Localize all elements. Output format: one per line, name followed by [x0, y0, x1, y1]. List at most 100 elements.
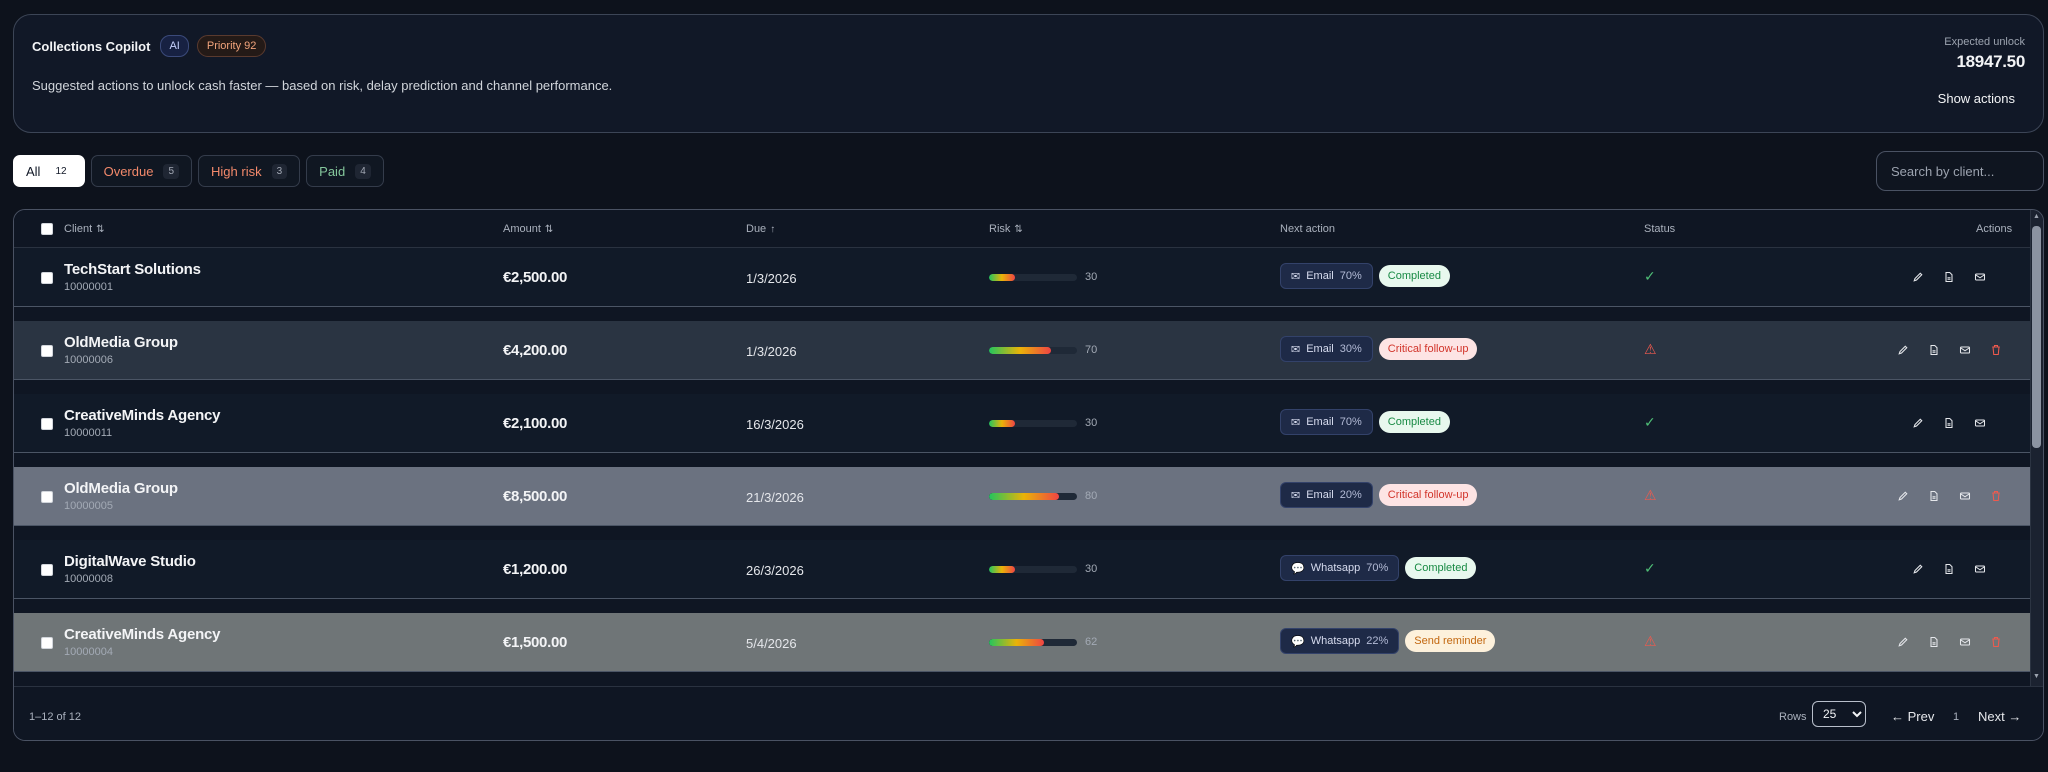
row-checkbox[interactable] — [41, 491, 53, 503]
header-client-label: Client — [64, 223, 93, 235]
due-date: 1/3/2026 — [746, 344, 797, 359]
copilot-subtitle: Suggested actions to unlock cash faster … — [32, 78, 613, 93]
channel-name: Whatsapp — [1310, 562, 1361, 574]
next-page-button[interactable]: Next → — [1978, 709, 2021, 724]
client-name[interactable]: OldMedia Group — [64, 334, 178, 351]
amount: €4,200.00 — [503, 342, 568, 359]
mail-icon[interactable] — [1973, 270, 1987, 284]
prev-page-button[interactable]: ← Prev — [1891, 709, 1934, 724]
filter-paid-count: 4 — [355, 163, 371, 179]
status-cell: ✓ — [1644, 560, 1656, 578]
table-row[interactable]: OldMedia Group 10000005 €8,500.00 21/3/2026… — [14, 467, 2030, 526]
edit-icon[interactable] — [1911, 270, 1925, 284]
table-row[interactable]: DigitalWave Studio 10000008 €1,200.00 26/3/… — [14, 540, 2030, 599]
filter-all-count: 12 — [55, 165, 67, 177]
status-cell: ⚠ — [1644, 341, 1657, 359]
trash-icon[interactable] — [1989, 343, 2003, 357]
trash-icon[interactable] — [1989, 635, 2003, 649]
risk-bar — [989, 639, 1077, 646]
table-scrollbar[interactable]: ▲ ▼ — [2030, 210, 2043, 686]
mail-icon: ✉ — [1291, 270, 1301, 283]
scroll-up-icon[interactable]: ▲ — [2032, 212, 2041, 222]
client-name[interactable]: OldMedia Group — [64, 480, 178, 497]
mail-icon[interactable] — [1973, 562, 1987, 576]
channel-chip[interactable]: 💬 Whatsapp 22% — [1280, 628, 1400, 654]
table-row[interactable]: CreativeMinds Agency 10000004 €1,500.00 5/4… — [14, 613, 2030, 672]
client-name[interactable]: DigitalWave Studio — [64, 553, 196, 570]
client-name[interactable]: CreativeMinds Agency — [64, 407, 221, 424]
client-cell: OldMedia Group 10000006 — [64, 334, 178, 366]
edit-icon[interactable] — [1911, 416, 1925, 430]
channel-chip[interactable]: ✉ Email 20% — [1280, 482, 1373, 508]
select-all-checkbox[interactable] — [41, 223, 53, 235]
due-date: 26/3/2026 — [746, 563, 804, 578]
search-input[interactable] — [1876, 151, 2044, 191]
header-due[interactable]: Due ↑ — [746, 223, 775, 235]
mail-icon[interactable] — [1958, 635, 1972, 649]
due-date: 21/3/2026 — [746, 490, 804, 505]
status-cell: ⚠ — [1644, 487, 1657, 505]
edit-icon[interactable] — [1896, 489, 1910, 503]
client-cell: OldMedia Group 10000005 — [64, 480, 178, 512]
risk-bar-fill — [989, 566, 1016, 573]
status-warning-icon: ⚠ — [1644, 487, 1657, 503]
header-next-action: Next action — [1280, 223, 1335, 235]
row-checkbox[interactable] — [41, 564, 53, 576]
edit-icon[interactable] — [1911, 562, 1925, 576]
trash-icon[interactable] — [1989, 489, 2003, 503]
header-risk[interactable]: Risk ⇅ — [989, 223, 1023, 235]
client-id: 10000004 — [64, 646, 113, 658]
table-row[interactable]: OldMedia Group 10000006 €4,200.00 1/3/2026 7… — [14, 321, 2030, 380]
action-tag: Critical follow-up — [1378, 338, 1478, 360]
client-name[interactable]: TechStart Solutions — [64, 261, 201, 278]
channel-success-rate: 70% — [1366, 562, 1389, 574]
row-checkbox[interactable] — [41, 345, 53, 357]
document-icon[interactable] — [1942, 562, 1956, 576]
scrollbar-thumb[interactable] — [2032, 226, 2041, 448]
document-icon[interactable] — [1927, 635, 1941, 649]
due-date: 16/3/2026 — [746, 417, 804, 432]
edit-icon[interactable] — [1896, 635, 1910, 649]
next-action: ✉ Email 70% Completed — [1280, 409, 1450, 435]
filter-tabs: All 12 Overdue 5 High risk 3 Paid 4 — [13, 155, 384, 187]
table-row[interactable]: TechStart Solutions 10000001 €2,500.00 1/3/… — [14, 248, 2030, 307]
header-amount[interactable]: Amount ⇅ — [503, 223, 553, 235]
row-checkbox[interactable] — [41, 418, 53, 430]
scroll-down-icon[interactable]: ▼ — [2032, 672, 2041, 682]
channel-chip[interactable]: 💬 Whatsapp 70% — [1280, 555, 1400, 581]
document-icon[interactable] — [1927, 489, 1941, 503]
risk-bar-fill — [989, 420, 1016, 427]
filter-paid[interactable]: Paid 4 — [306, 155, 384, 187]
channel-name: Whatsapp — [1310, 635, 1361, 647]
header-client[interactable]: Client ⇅ — [64, 223, 105, 235]
copilot-header: Collections Copilot AI Priority 92 — [32, 35, 267, 57]
rows-per-page-select[interactable]: 25 — [1812, 701, 1866, 727]
header-next-action-label: Next action — [1280, 223, 1336, 235]
table-body: TechStart Solutions 10000001 €2,500.00 1/3/… — [14, 248, 2030, 686]
document-icon[interactable] — [1927, 343, 1941, 357]
table-row[interactable]: CreativeMinds Agency 10000011 €2,100.00 16/… — [14, 394, 2030, 453]
mail-icon[interactable] — [1958, 489, 1972, 503]
client-name[interactable]: CreativeMinds Agency — [64, 626, 221, 643]
header-actions-label: Actions — [1976, 223, 2013, 235]
mail-icon[interactable] — [1958, 343, 1972, 357]
row-checkbox[interactable] — [41, 272, 53, 284]
filter-overdue[interactable]: Overdue 5 — [90, 155, 193, 187]
pagination-range: 1–12 of 12 — [29, 711, 81, 723]
current-page: 1 — [1953, 711, 1960, 723]
show-actions-button[interactable]: Show actions — [1938, 91, 2015, 106]
mail-icon[interactable] — [1973, 416, 1987, 430]
filter-all[interactable]: All 12 — [13, 155, 85, 187]
status-completed-icon: ✓ — [1644, 560, 1656, 576]
row-actions — [1896, 489, 2003, 503]
mail-icon: ✉ — [1291, 343, 1301, 356]
edit-icon[interactable] — [1896, 343, 1910, 357]
document-icon[interactable] — [1942, 416, 1956, 430]
channel-chip[interactable]: ✉ Email 70% — [1280, 263, 1373, 289]
channel-chip[interactable]: ✉ Email 70% — [1280, 409, 1373, 435]
header-risk-label: Risk — [989, 223, 1011, 235]
row-checkbox[interactable] — [41, 637, 53, 649]
channel-chip[interactable]: ✉ Email 30% — [1280, 336, 1373, 362]
filter-high-risk[interactable]: High risk 3 — [198, 155, 301, 187]
document-icon[interactable] — [1942, 270, 1956, 284]
